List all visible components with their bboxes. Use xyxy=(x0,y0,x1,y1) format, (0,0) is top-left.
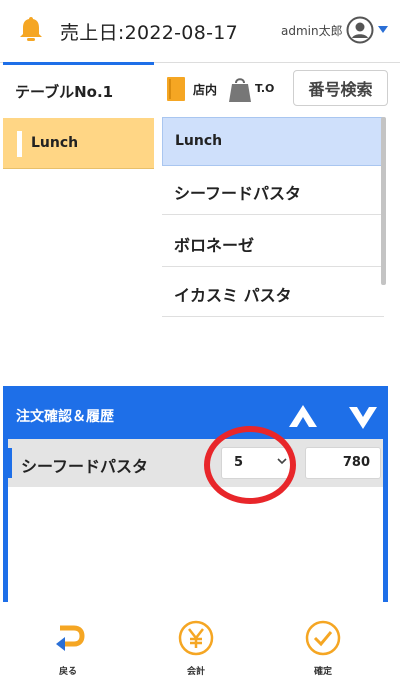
back-button[interactable]: 戻る xyxy=(28,620,108,686)
table-tab[interactable]: テーブルNo.1 xyxy=(3,62,154,117)
menu-category-header[interactable]: Lunch xyxy=(162,117,384,166)
quantity-value: 5 xyxy=(234,455,244,470)
menu-item-label: シーフードパスタ xyxy=(174,184,302,203)
footer-bar: 戻る 会計 確定 xyxy=(0,606,400,692)
order-list: シーフードパスタ 5 780 xyxy=(8,439,383,602)
order-row-marker xyxy=(8,448,12,478)
left-panel: テーブルNo.1 Lunch xyxy=(3,62,154,374)
return-arrow-icon xyxy=(56,625,85,651)
checkout-label: 会計 xyxy=(186,667,205,677)
menu-item-label: イカスミ パスタ xyxy=(174,286,292,305)
check-circle-icon xyxy=(305,620,341,656)
confirm-label: 確定 xyxy=(313,667,332,677)
sales-date: 売上日:2022-08-17 xyxy=(60,22,239,44)
chevron-down-icon[interactable] xyxy=(378,26,388,33)
category-label: Lunch xyxy=(31,135,79,151)
user-name[interactable]: admin太郎 xyxy=(281,22,343,39)
category-marker xyxy=(17,131,22,157)
price-field: 780 xyxy=(305,447,381,479)
quantity-select[interactable]: 5 xyxy=(221,447,293,479)
chevron-down-icon xyxy=(277,458,287,465)
app-header: 売上日:2022-08-17 admin太郎 xyxy=(0,0,400,63)
menu-header-label: Lunch xyxy=(175,133,223,149)
order-row[interactable]: シーフードパスタ 5 780 xyxy=(8,439,383,487)
category-item-lunch[interactable]: Lunch xyxy=(3,118,154,169)
menu-item[interactable]: イカスミ パスタ xyxy=(162,268,384,317)
checkout-button[interactable]: 会計 xyxy=(156,620,236,686)
order-panel-title: 注文確認＆履歴 xyxy=(16,409,114,425)
table-label: テーブルNo.1 xyxy=(15,83,114,101)
dine-in-label[interactable]: 店内 xyxy=(193,81,217,98)
menu-item-label: ボロネーゼ xyxy=(174,236,255,255)
back-label: 戻る xyxy=(58,667,77,677)
user-avatar-icon[interactable] xyxy=(346,16,374,44)
number-search-button[interactable]: 番号検索 xyxy=(293,70,388,106)
yen-icon xyxy=(178,620,214,656)
order-panel: 注文確認＆履歴 シーフードパスタ 5 780 xyxy=(3,386,388,602)
arrow-down-icon[interactable] xyxy=(347,403,379,431)
menu-item[interactable]: ボロネーゼ xyxy=(162,218,384,267)
confirm-button[interactable]: 確定 xyxy=(283,620,363,686)
menu-scrollbar[interactable] xyxy=(381,117,386,285)
takeout-bag-icon[interactable] xyxy=(228,75,252,103)
menu-item[interactable]: シーフードパスタ xyxy=(162,166,384,215)
menu-list: Lunch シーフードパスタ ボロネーゼ イカスミ パスタ xyxy=(162,117,388,374)
toolbar: 店内 T.O 番号検索 xyxy=(162,62,388,114)
takeout-label[interactable]: T.O xyxy=(255,82,274,95)
order-item-name: シーフードパスタ xyxy=(21,457,149,476)
price-value: 780 xyxy=(342,455,370,470)
bell-icon[interactable] xyxy=(16,14,46,44)
book-icon[interactable] xyxy=(166,76,186,102)
arrow-up-icon[interactable] xyxy=(287,403,319,431)
